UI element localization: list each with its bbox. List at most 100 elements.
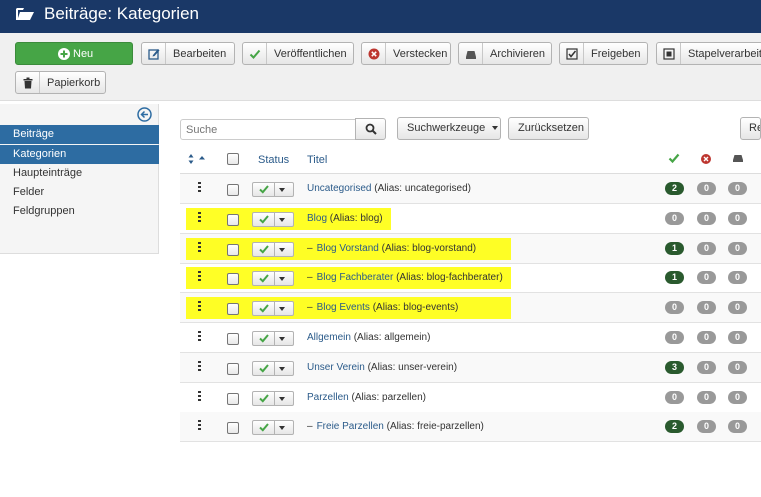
row-checkbox[interactable]: [227, 243, 239, 256]
row-checkbox[interactable]: [227, 333, 239, 345]
status-toggle[interactable]: [252, 360, 294, 376]
status-toggle[interactable]: [252, 390, 294, 406]
unpublished-count-badge[interactable]: 0: [697, 301, 716, 315]
drag-handle-icon[interactable]: [198, 420, 202, 431]
category-link[interactable]: Blog Events: [317, 302, 370, 313]
published-count-badge[interactable]: 1: [665, 241, 684, 255]
published-count-badge[interactable]: 2: [665, 420, 684, 434]
sort-order-icon[interactable]: [188, 153, 212, 165]
caret-down-icon[interactable]: [279, 217, 285, 222]
select-all-checkbox[interactable]: [227, 153, 239, 165]
status-toggle[interactable]: [252, 241, 294, 257]
archived-count-badge[interactable]: 0: [728, 360, 747, 374]
row-checkbox[interactable]: [227, 362, 239, 375]
category-link[interactable]: Blog Fachberater: [317, 272, 394, 283]
caret-down-icon[interactable]: [279, 247, 285, 252]
limit-select[interactable]: Re: [740, 117, 761, 140]
publish-button[interactable]: Veröffentlichen: [242, 42, 354, 65]
row-checkbox[interactable]: [227, 422, 239, 435]
unpublished-count-badge[interactable]: 0: [697, 360, 716, 374]
column-title[interactable]: Titel: [307, 154, 327, 166]
drag-handle-icon[interactable]: [198, 271, 202, 282]
unpublish-button[interactable]: Verstecken: [361, 42, 451, 65]
archived-count-badge[interactable]: 0: [728, 331, 747, 344]
search-input[interactable]: [180, 119, 356, 140]
published-check-icon[interactable]: [668, 153, 680, 164]
published-check-icon[interactable]: [253, 391, 275, 405]
edit-button[interactable]: Bearbeiten: [141, 42, 235, 65]
archived-count-badge[interactable]: 0: [728, 241, 747, 255]
unpublished-count-badge[interactable]: 0: [697, 241, 716, 255]
archived-count-badge[interactable]: 0: [728, 182, 747, 195]
row-checkbox[interactable]: [227, 273, 239, 286]
category-link[interactable]: Blog: [307, 213, 327, 224]
row-checkbox[interactable]: [227, 213, 239, 226]
sidebar-item-beitraege[interactable]: Beiträge: [0, 125, 159, 144]
row-checkbox[interactable]: [227, 184, 239, 196]
drag-handle-icon[interactable]: [198, 360, 202, 371]
published-check-icon[interactable]: [253, 272, 275, 286]
category-link[interactable]: Blog Vorstand: [317, 243, 379, 254]
sidebar-item-kategorien[interactable]: Kategorien: [0, 145, 159, 164]
unpublished-count-badge[interactable]: 0: [697, 271, 716, 285]
unpublished-count-badge[interactable]: 0: [697, 182, 716, 195]
drag-handle-icon[interactable]: [198, 331, 202, 341]
category-link[interactable]: Unser Verein: [307, 362, 365, 373]
published-check-icon[interactable]: [253, 421, 275, 435]
unpublished-count-badge[interactable]: 0: [697, 390, 716, 404]
published-count-badge[interactable]: 0: [665, 331, 684, 344]
sidebar-item-haupteintraege[interactable]: Haupteinträge: [0, 164, 159, 183]
category-link[interactable]: Uncategorised: [307, 183, 371, 194]
published-check-icon[interactable]: [253, 183, 275, 196]
caret-down-icon[interactable]: [279, 366, 285, 371]
unpublished-count-badge[interactable]: 0: [697, 211, 716, 225]
drag-handle-icon[interactable]: [198, 211, 202, 222]
published-count-badge[interactable]: 0: [665, 301, 684, 315]
sidebar-item-feldgruppen[interactable]: Feldgruppen: [0, 202, 159, 221]
status-toggle[interactable]: [252, 301, 294, 317]
published-check-icon[interactable]: [253, 361, 275, 375]
published-count-badge[interactable]: 1: [665, 271, 684, 285]
published-check-icon[interactable]: [253, 212, 275, 226]
trash-button[interactable]: Papierkorb: [15, 71, 106, 94]
published-check-icon[interactable]: [253, 242, 275, 256]
caret-down-icon[interactable]: [279, 396, 285, 401]
archived-icon[interactable]: [732, 153, 744, 164]
category-link[interactable]: Allgemein: [307, 332, 351, 343]
search-tools-button[interactable]: Suchwerkzeuge: [397, 117, 501, 140]
status-toggle[interactable]: [252, 331, 294, 346]
published-check-icon[interactable]: [253, 302, 275, 316]
published-check-icon[interactable]: [253, 332, 275, 345]
published-count-badge[interactable]: 3: [665, 360, 684, 374]
published-count-badge[interactable]: 0: [665, 390, 684, 404]
archived-count-badge[interactable]: 0: [728, 301, 747, 315]
caret-down-icon[interactable]: [279, 307, 285, 312]
status-toggle[interactable]: [252, 182, 294, 197]
search-button[interactable]: [355, 118, 386, 140]
caret-down-icon[interactable]: [279, 426, 285, 431]
archive-button[interactable]: Archivieren: [458, 42, 552, 65]
published-count-badge[interactable]: 0: [665, 211, 684, 225]
status-toggle[interactable]: [252, 420, 294, 436]
sidebar-item-felder[interactable]: Felder: [0, 183, 159, 202]
archived-count-badge[interactable]: 0: [728, 420, 747, 434]
drag-handle-icon[interactable]: [198, 301, 202, 312]
sidebar-collapse-icon[interactable]: [137, 107, 152, 122]
status-toggle[interactable]: [252, 271, 294, 287]
category-link[interactable]: Freie Parzellen: [317, 421, 384, 432]
caret-down-icon[interactable]: [279, 188, 285, 192]
archived-count-badge[interactable]: 0: [728, 271, 747, 285]
checkin-button[interactable]: Freigeben: [559, 42, 648, 65]
drag-handle-icon[interactable]: [198, 241, 202, 252]
caret-down-icon[interactable]: [279, 337, 285, 341]
published-count-badge[interactable]: 2: [665, 182, 684, 195]
drag-handle-icon[interactable]: [198, 390, 202, 401]
row-checkbox[interactable]: [227, 392, 239, 405]
category-link[interactable]: Parzellen: [307, 392, 349, 403]
unpublished-times-icon[interactable]: [700, 153, 712, 165]
drag-handle-icon[interactable]: [198, 182, 202, 192]
status-toggle[interactable]: [252, 211, 294, 227]
new-button[interactable]: Neu: [15, 42, 133, 65]
archived-count-badge[interactable]: 0: [728, 390, 747, 404]
row-checkbox[interactable]: [227, 303, 239, 316]
